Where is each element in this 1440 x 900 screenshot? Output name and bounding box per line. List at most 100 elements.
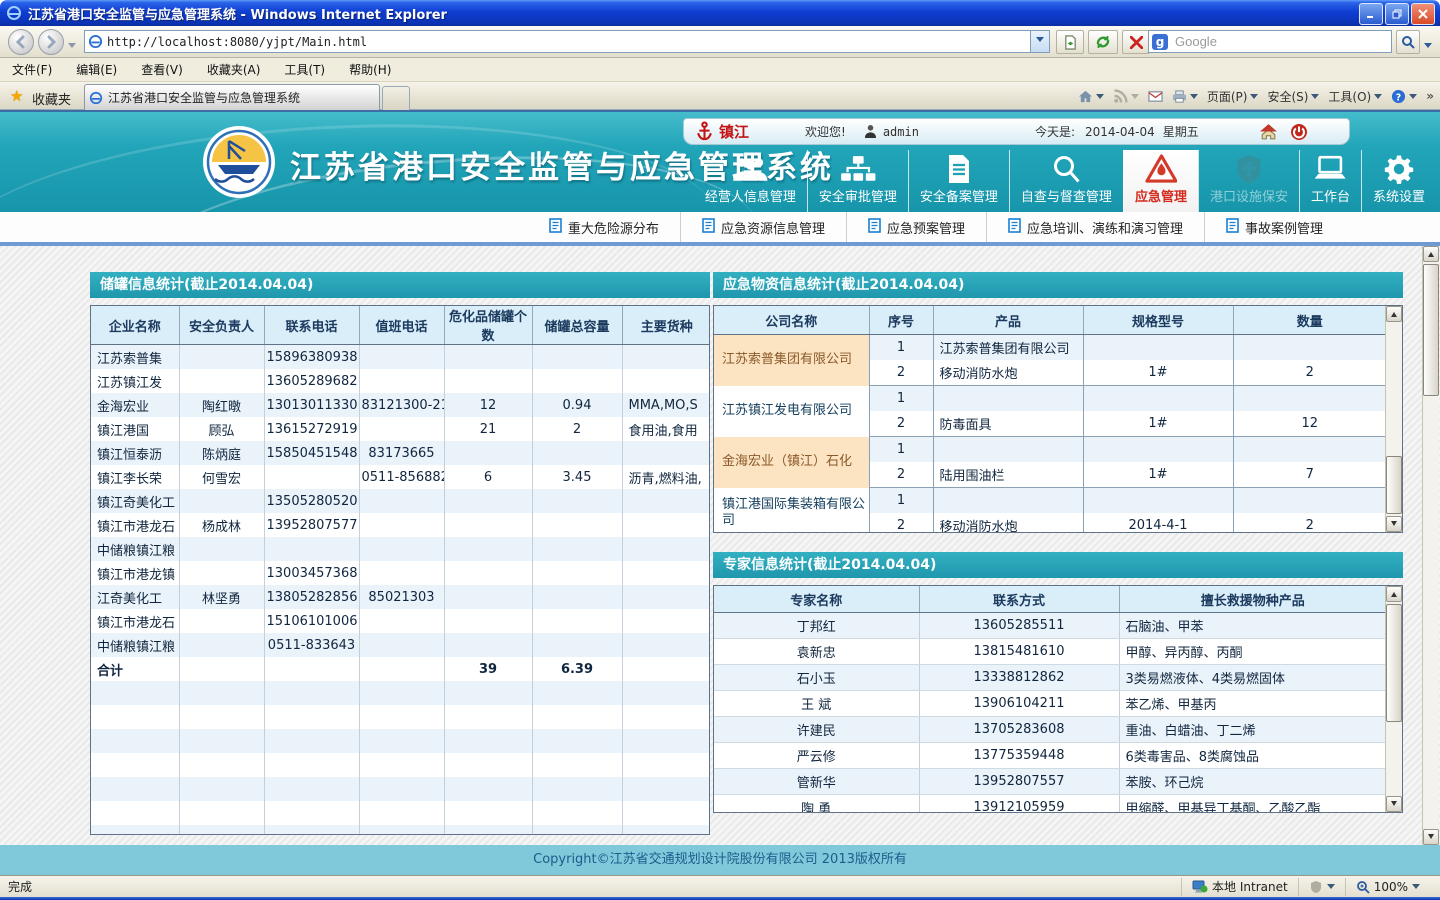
tank-panel: 储罐信息统计(截止2014.04.04) 企业名称安全负责人联系电话值班电话危化… bbox=[90, 272, 710, 835]
subnav-item-5[interactable]: 事故案例管理 bbox=[1204, 212, 1344, 242]
address-dropdown[interactable] bbox=[1030, 31, 1049, 52]
page-scrollbar[interactable] bbox=[1422, 246, 1439, 845]
cell: 陶 勇 bbox=[714, 795, 919, 814]
cell bbox=[444, 753, 532, 777]
cell: 石脑油、甲苯 bbox=[1119, 613, 1386, 639]
cell: 13952807557 bbox=[919, 769, 1119, 795]
subnav-item-label: 重大危险源分布 bbox=[568, 218, 659, 237]
cell: 1# bbox=[1083, 360, 1233, 386]
restore-button[interactable] bbox=[1385, 3, 1409, 25]
experts-scrollbar[interactable] bbox=[1385, 586, 1402, 812]
subnav-item-3[interactable]: 应急预案管理 bbox=[846, 212, 986, 242]
nav-item-settings[interactable]: 系统设置 bbox=[1361, 150, 1436, 212]
zoom-control[interactable]: 100% bbox=[1345, 878, 1430, 896]
cell bbox=[532, 633, 622, 657]
cell bbox=[1233, 437, 1386, 463]
help-menu[interactable]: ? bbox=[1391, 89, 1417, 104]
back-button[interactable] bbox=[8, 29, 34, 55]
menu-item[interactable]: 工具(T) bbox=[272, 58, 337, 82]
subnav-item-1[interactable]: 重大危险源分布 bbox=[528, 212, 680, 242]
table-row: 王 斌13906104211苯乙烯、甲基丙 bbox=[714, 691, 1386, 717]
command-bar: 页面(P) 安全(S) 工具(O) ? » bbox=[1078, 82, 1434, 110]
menu-item[interactable]: 帮助(H) bbox=[337, 58, 403, 82]
nav-item-port-security[interactable]: 港口设施保安 bbox=[1198, 150, 1299, 212]
minimize-button[interactable] bbox=[1359, 3, 1383, 25]
scroll-thumb[interactable] bbox=[1386, 456, 1402, 514]
print-button[interactable] bbox=[1172, 89, 1198, 104]
app-header: 江苏省港口安全监管与应急管理系统 镇江 欢迎您! admin 今天是: 2014… bbox=[0, 110, 1440, 212]
cell bbox=[359, 705, 444, 729]
subnav-item-2[interactable]: 应急资源信息管理 bbox=[680, 212, 846, 242]
menu-item[interactable]: 编辑(E) bbox=[64, 58, 129, 82]
scroll-up-button[interactable] bbox=[1386, 586, 1402, 602]
cell bbox=[91, 705, 179, 729]
menu-item[interactable]: 文件(F) bbox=[0, 58, 64, 82]
page-menu[interactable]: 页面(P) bbox=[1207, 88, 1259, 105]
cell: 6.39 bbox=[532, 657, 622, 681]
menu-item[interactable]: 收藏夹(A) bbox=[195, 58, 273, 82]
cell: 2 bbox=[1233, 360, 1386, 386]
search-box[interactable]: g bbox=[1148, 30, 1392, 53]
home-button[interactable] bbox=[1078, 89, 1104, 104]
search-button[interactable] bbox=[1396, 30, 1420, 54]
cell bbox=[622, 657, 710, 681]
home-shortcut-button[interactable] bbox=[1259, 123, 1278, 140]
nav-item-operators[interactable]: 经营人信息管理 bbox=[694, 150, 807, 212]
subnav-item-4[interactable]: 应急培训、演练和演习管理 bbox=[986, 212, 1204, 242]
cell: 3类易燃液体、4类易燃固体 bbox=[1119, 665, 1386, 691]
cell bbox=[532, 345, 622, 370]
compatibility-button[interactable] bbox=[1056, 30, 1084, 54]
google-icon: g bbox=[1152, 34, 1168, 50]
cell bbox=[359, 369, 444, 393]
security-menu[interactable]: 安全(S) bbox=[1267, 88, 1319, 105]
cell bbox=[622, 825, 710, 835]
nav-item-inspection[interactable]: 自查与督查管理 bbox=[1009, 150, 1123, 212]
nav-item-safety-approval[interactable]: 安全审批管理 bbox=[807, 150, 908, 212]
scroll-thumb[interactable] bbox=[1423, 264, 1439, 396]
cell: 镇江李长荣 bbox=[91, 465, 179, 489]
stop-button[interactable] bbox=[1122, 30, 1150, 54]
table-row: 中储粮镇江粮0511-833643 bbox=[91, 633, 710, 657]
tools-menu[interactable]: 工具(O) bbox=[1328, 88, 1382, 105]
scroll-thumb[interactable] bbox=[1386, 604, 1402, 722]
new-tab-button[interactable] bbox=[382, 86, 410, 111]
favorites-label[interactable]: 收藏夹 bbox=[32, 89, 71, 108]
refresh-button[interactable] bbox=[1088, 30, 1118, 54]
cell: 甲缩醛、甲基异丁基酮、乙酸乙酯 bbox=[1119, 795, 1386, 814]
cell bbox=[532, 561, 622, 585]
overflow-chevron[interactable]: » bbox=[1426, 89, 1434, 103]
cell bbox=[359, 609, 444, 633]
favorites-star-icon[interactable]: ★ bbox=[10, 87, 23, 105]
nav-item-emergency[interactable]: 应急管理 bbox=[1123, 150, 1198, 212]
cell: 移动消防水炮 bbox=[933, 360, 1083, 386]
nav-item-label: 应急管理 bbox=[1135, 186, 1187, 205]
scroll-up-button[interactable] bbox=[1386, 306, 1402, 322]
cell bbox=[1083, 386, 1233, 412]
nav-item-workbench[interactable]: 工作台 bbox=[1299, 150, 1361, 212]
table-row: 金海宏业陶红暾1301301133083121300-21120.94MMA,M… bbox=[91, 393, 710, 417]
protected-mode-button[interactable] bbox=[1298, 878, 1345, 896]
forward-button[interactable] bbox=[38, 29, 64, 55]
search-options-dropdown[interactable] bbox=[1424, 43, 1432, 52]
nav-item-safety-filing[interactable]: 安全备案管理 bbox=[908, 150, 1009, 212]
logout-button[interactable] bbox=[1290, 123, 1308, 141]
table-row: 严云修137753594486类毒害品、8类腐蚀品 bbox=[714, 743, 1386, 769]
mail-button[interactable] bbox=[1148, 89, 1163, 104]
cell: 13505280520 bbox=[264, 489, 359, 513]
scroll-down-button[interactable] bbox=[1386, 796, 1402, 812]
close-button[interactable] bbox=[1411, 3, 1435, 25]
supplies-scrollbar[interactable] bbox=[1385, 306, 1402, 532]
history-dropdown[interactable] bbox=[68, 43, 76, 52]
cell bbox=[91, 729, 179, 753]
tab-current[interactable]: 江苏省港口安全监管与应急管理系统 bbox=[84, 84, 380, 110]
scroll-down-button[interactable] bbox=[1423, 829, 1439, 845]
search-input[interactable] bbox=[1173, 33, 1391, 50]
scroll-up-button[interactable] bbox=[1423, 246, 1439, 262]
menu-item[interactable]: 查看(V) bbox=[129, 58, 195, 82]
feeds-button[interactable] bbox=[1113, 89, 1139, 104]
scroll-down-button[interactable] bbox=[1386, 516, 1402, 532]
cell bbox=[264, 537, 359, 561]
browser-window: 江苏省港口安全监管与应急管理系统 - Windows Internet Expl… bbox=[0, 0, 1440, 900]
table-row: 许建民13705283608重油、白蜡油、丁二烯 bbox=[714, 717, 1386, 743]
address-field[interactable]: http://localhost:8080/yjpt/Main.html bbox=[84, 30, 1050, 53]
